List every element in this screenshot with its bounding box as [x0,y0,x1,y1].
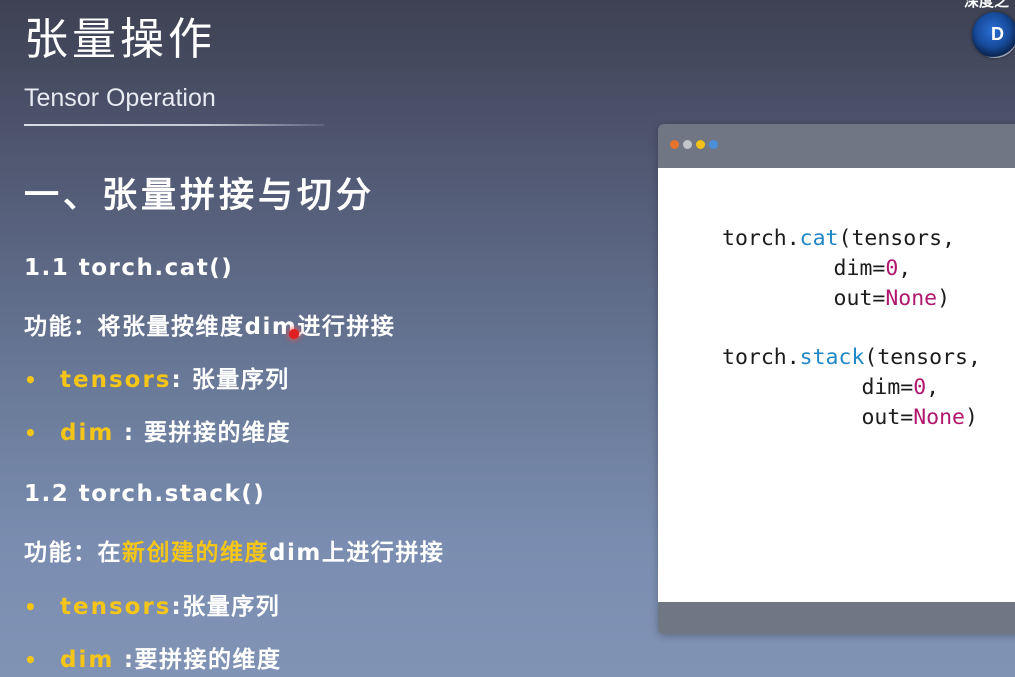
window-dot-icon [696,140,705,149]
window-dot-icon [670,140,679,149]
code-line: out=None) [730,284,951,314]
function-prefix: 功能：在 [24,540,122,566]
code-window-titlebar [658,124,1015,164]
window-dot-icon [683,140,692,149]
param-item: • tensors:张量序列 [24,591,280,623]
param-name: dim [60,420,115,446]
code-window: torch.cat(tensors, dim=0, out=None) torc… [658,124,1015,634]
code-text: dim= [730,256,886,281]
bullet-icon: • [24,595,39,619]
window-dot-icon [709,140,718,149]
param-desc: :要拼接的维度 [114,647,282,673]
code-text: out= [730,286,886,311]
param-name: dim [60,647,115,673]
param-desc: :张量序列 [171,594,281,620]
code-line: dim=0, [732,373,939,403]
code-text: , [926,375,940,400]
code-line: out=None) [732,403,978,433]
param-desc: : 要拼接的维度 [114,420,292,446]
code-text: (tensors, [838,226,956,251]
param-desc: : 张量序列 [171,367,290,393]
param-item: • tensors: 张量序列 [24,364,290,396]
slide-title: 张量操作 [24,14,216,65]
item-heading-torch-stack: 1.2 torch.stack() [24,481,266,507]
code-text: out= [732,405,914,430]
section-heading: 一、张量拼接与切分 [24,176,376,216]
function-suffix: dim上进行拼接 [269,540,445,566]
code-function: stack [799,345,865,370]
code-keyword: 0 [885,256,899,281]
param-item: • dim :要拼接的维度 [24,644,282,676]
param-name: tensors [60,367,172,393]
code-line: dim=0, [730,254,912,284]
bullet-icon: • [24,648,39,672]
code-body: torch.cat(tensors, dim=0, out=None) torc… [658,168,1015,602]
code-text: ) [937,286,951,311]
code-text: torch. [722,345,800,370]
laser-pointer-dot [289,329,299,339]
code-text: torch. [722,226,800,251]
code-function: cat [799,226,839,251]
item-heading-torch-cat: 1.1 torch.cat() [24,255,234,281]
channel-logo: D [972,12,1015,58]
title-divider [24,124,324,126]
item-function-torch-stack: 功能：在新创建的维度dim上进行拼接 [24,537,444,569]
item-function-torch-cat: 功能：将张量按维度dim进行拼接 [24,314,396,340]
code-text: , [898,256,912,281]
code-keyword: None [885,286,938,311]
code-line: torch.stack(tensors, [722,343,981,373]
slide-subtitle: Tensor Operation [24,84,216,112]
channel-watermark-text: 深度之 [963,0,1009,10]
code-text: ) [965,405,978,430]
bullet-icon: • [24,421,39,445]
code-text: (tensors, [864,345,981,370]
code-keyword: 0 [913,375,927,400]
code-line: torch.cat(tensors, [722,224,955,254]
bullet-icon: • [24,368,39,392]
code-keyword: None [913,405,965,430]
param-name: tensors [60,594,172,620]
code-text: dim= [732,375,914,400]
function-highlight: 新创建的维度 [122,540,269,566]
param-item: • dim : 要拼接的维度 [24,417,291,449]
logo-letter: D [991,24,1004,44]
